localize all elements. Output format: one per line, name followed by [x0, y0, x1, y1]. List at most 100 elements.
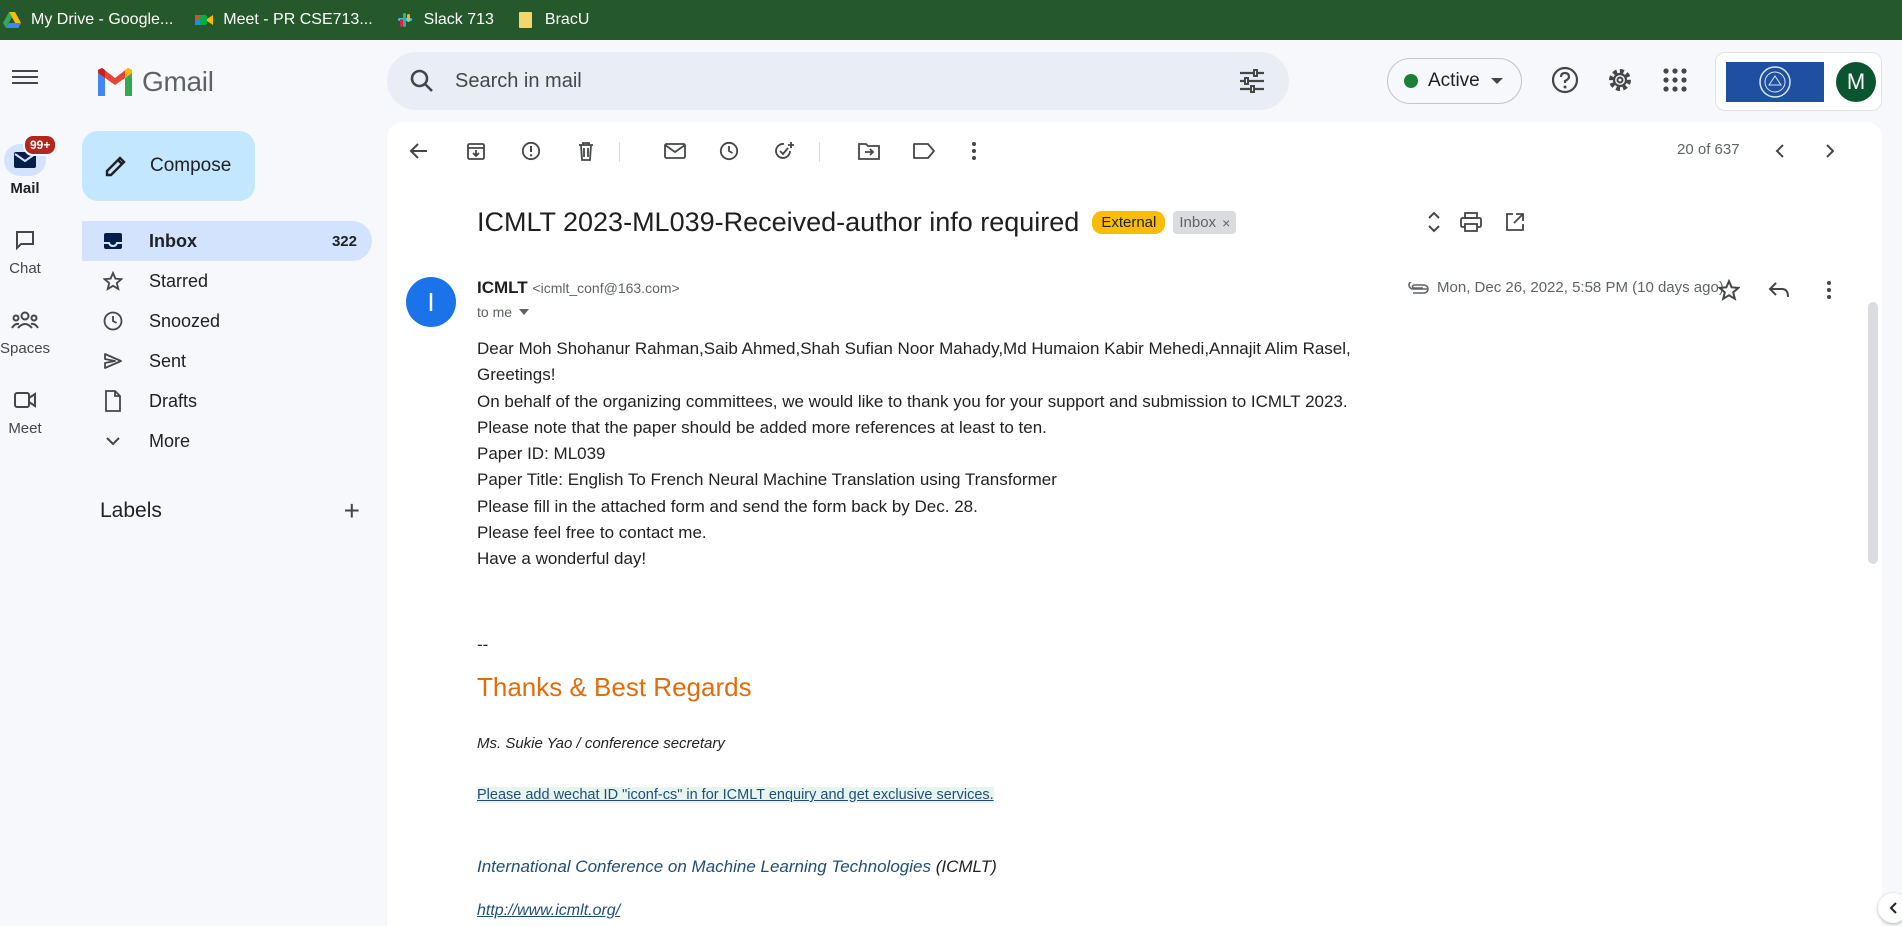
- sender-avatar[interactable]: I: [406, 277, 456, 327]
- body-line: Greetings!: [477, 365, 556, 385]
- labels-heading: Labels: [100, 499, 162, 522]
- bookmark-label: BracU: [544, 11, 590, 28]
- clock-icon: [103, 311, 123, 331]
- body-line: On behalf of the organizing committees, …: [477, 391, 1348, 411]
- archive-icon[interactable]: [464, 139, 488, 163]
- nav-snoozed[interactable]: Snoozed: [82, 301, 372, 341]
- nav-label: Drafts: [149, 390, 198, 411]
- email-subject: ICMLT 2023-ML039-Received-author info re…: [477, 207, 1080, 237]
- labels-header: Labels +: [100, 495, 360, 527]
- avatar[interactable]: M: [1836, 62, 1876, 102]
- move-to-folder-icon[interactable]: [857, 139, 881, 163]
- organization-logo: [1726, 62, 1824, 102]
- bookmark-label: Meet - PR CSE713...: [223, 11, 373, 28]
- google-apps-icon[interactable]: [1661, 66, 1689, 94]
- nav-label: More: [149, 430, 191, 451]
- search-input[interactable]: [453, 68, 1153, 94]
- rail-chat[interactable]: Chat: [0, 224, 50, 277]
- print-icon[interactable]: [1459, 210, 1483, 234]
- slack-icon: [397, 13, 412, 27]
- more-vert-icon[interactable]: [962, 139, 986, 163]
- reply-icon[interactable]: [1767, 278, 1791, 302]
- remove-label-icon[interactable]: ×: [1222, 215, 1230, 231]
- rail-spaces[interactable]: Spaces: [0, 304, 50, 357]
- compose-button[interactable]: Compose: [82, 131, 255, 201]
- sender-line: ICMLT <icmlt_conf@163.com>: [477, 278, 680, 298]
- email-body: Dear Moh Shohanur Rahman,Saib Ahmed,Shah…: [477, 336, 1351, 573]
- inbox-chip-label: Inbox: [1179, 214, 1217, 231]
- status-dropdown[interactable]: Active: [1387, 58, 1522, 104]
- nav-label: Inbox: [149, 230, 197, 251]
- bookmark-meet[interactable]: Meet - PR CSE713...: [194, 0, 373, 40]
- mark-unread-icon[interactable]: [663, 139, 687, 163]
- newer-chevron-left-icon[interactable]: [1768, 139, 1792, 163]
- sender-name[interactable]: ICMLT: [477, 278, 528, 297]
- trash-icon[interactable]: [574, 139, 598, 163]
- body-line: Dear Moh Shohanur Rahman,Saib Ahmed,Shah…: [477, 339, 1351, 358]
- toolbar-divider: [819, 142, 820, 162]
- status-dot: [1404, 74, 1418, 88]
- back-arrow-icon[interactable]: [407, 139, 431, 163]
- account-switcher[interactable]: M: [1715, 52, 1882, 111]
- conference-website-link[interactable]: http://www.icmlt.org/: [477, 902, 620, 920]
- create-label-button[interactable]: +: [344, 495, 360, 527]
- settings-gear-icon[interactable]: [1606, 66, 1634, 94]
- star-icon: [103, 271, 123, 291]
- university-seal-icon: [1759, 66, 1791, 98]
- rail-label: Mail: [10, 180, 40, 197]
- nav-more[interactable]: More: [82, 421, 372, 461]
- star-icon[interactable]: [1717, 278, 1741, 302]
- bookmark-slack[interactable]: Slack 713: [395, 0, 494, 40]
- compose-label: Compose: [150, 155, 232, 176]
- rail-mail[interactable]: 99+ Mail: [0, 134, 58, 197]
- body-line: Please note that the paper should be add…: [477, 417, 1047, 437]
- search-options-icon[interactable]: [1239, 69, 1265, 93]
- signature-wechat-link[interactable]: Please add wechat ID "iconf-cs" in for I…: [477, 787, 994, 803]
- snooze-clock-icon[interactable]: [717, 139, 741, 163]
- expand-all-icon[interactable]: [1422, 210, 1446, 234]
- date-text: Mon, Dec 26, 2022, 5:58 PM (10 days ago): [1437, 279, 1724, 296]
- rail-meet[interactable]: Meet: [0, 384, 50, 437]
- label-tag-icon[interactable]: [912, 139, 936, 163]
- gmail-logo[interactable]: Gmail: [96, 66, 214, 98]
- recipient-label: to me: [477, 304, 513, 320]
- email-view: 20 of 637 ICMLT 2023-ML039-Received-auth…: [387, 122, 1882, 926]
- report-spam-icon[interactable]: [519, 139, 543, 163]
- google-drive-icon: [3, 12, 21, 28]
- side-panel-toggle[interactable]: [1878, 893, 1902, 923]
- bookmark-bracu[interactable]: BracU: [516, 0, 589, 40]
- status-label: Active: [1428, 70, 1480, 91]
- brand-name: Gmail: [142, 66, 214, 97]
- nav-sent[interactable]: Sent: [82, 341, 372, 381]
- caret-down-icon: [1490, 78, 1503, 84]
- open-new-window-icon[interactable]: [1503, 210, 1527, 234]
- google-meet-icon: [195, 15, 214, 25]
- sender-email: <icmlt_conf@163.com>: [532, 280, 680, 296]
- draft-file-icon: [105, 390, 121, 412]
- folder-nav: Inbox 322 Starred Snoozed Sent Drafts Mo…: [82, 221, 372, 461]
- bookmark-my-drive[interactable]: My Drive - Google...: [2, 0, 173, 40]
- scroll-thumb[interactable]: [1868, 302, 1878, 564]
- search-icon[interactable]: [409, 68, 435, 94]
- chat-icon: [16, 231, 34, 251]
- body-line: Paper ID: ML039: [477, 444, 606, 464]
- gmail-m-icon: [98, 68, 132, 96]
- older-chevron-right-icon[interactable]: [1818, 139, 1842, 163]
- add-to-tasks-icon[interactable]: [772, 139, 796, 163]
- spaces-icon: [11, 311, 39, 329]
- nav-label: Sent: [149, 350, 187, 371]
- nav-inbox[interactable]: Inbox 322: [82, 221, 372, 261]
- inbox-label-chip: Inbox ×: [1173, 211, 1237, 234]
- nav-starred[interactable]: Starred: [82, 261, 372, 301]
- scrollbar[interactable]: [1867, 180, 1879, 926]
- folder-icon: [518, 12, 532, 28]
- bookmark-label: My Drive - Google...: [31, 11, 174, 28]
- inbox-icon: [104, 233, 122, 249]
- recipient-details[interactable]: to me: [477, 304, 530, 320]
- bookmarks-bar: My Drive - Google... Meet - PR CSE713...…: [0, 0, 1902, 40]
- body-line: Please feel free to contact me.: [477, 523, 707, 543]
- help-icon[interactable]: [1551, 66, 1579, 94]
- more-vert-icon[interactable]: [1817, 278, 1841, 302]
- nav-drafts[interactable]: Drafts: [82, 381, 372, 421]
- nav-label: Starred: [149, 270, 209, 291]
